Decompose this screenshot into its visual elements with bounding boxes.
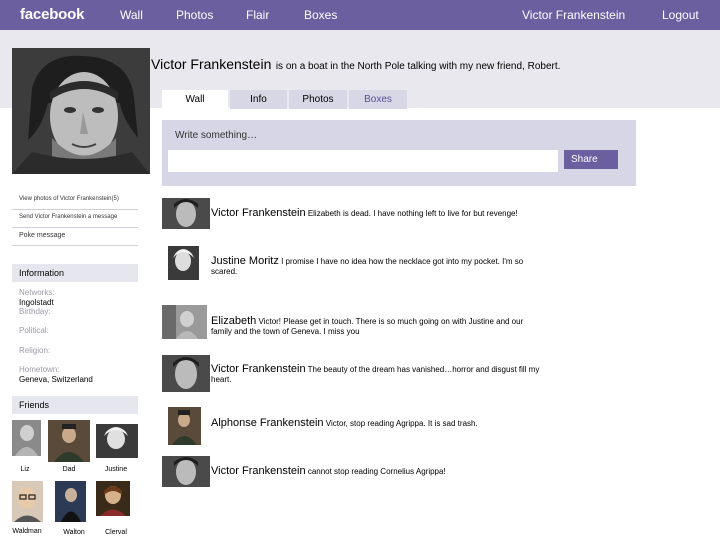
post-avatar-justine[interactable] (168, 246, 199, 280)
friends-heading: Friends (12, 396, 138, 414)
sidebar-divider (12, 245, 138, 246)
friend-name-waldman[interactable]: Waldman (10, 528, 44, 535)
wall-post: Victor Frankenstein cannot stop reading … (211, 466, 541, 477)
political-label: Political: (19, 326, 49, 335)
tab-boxes[interactable]: Boxes (349, 90, 407, 109)
post-body: Elizabeth is dead. I have nothing left t… (307, 209, 518, 218)
sidebar-divider (12, 209, 138, 210)
friend-name-dad[interactable]: Dad (48, 466, 90, 473)
nav-photos-link[interactable]: Photos (176, 8, 213, 22)
post-author[interactable]: Elizabeth (211, 315, 256, 327)
post-author[interactable]: Victor Frankenstein (211, 363, 306, 375)
tab-info[interactable]: Info (230, 90, 287, 109)
nav-flair-link[interactable]: Flair (246, 8, 269, 22)
friend-photo-waldman[interactable] (12, 481, 43, 522)
networks-value[interactable]: Ingolstadt (19, 298, 54, 307)
post-avatar-alphonse[interactable] (168, 407, 201, 445)
religion-label: Religion: (19, 346, 51, 355)
friend-name-liz[interactable]: Liz (12, 466, 38, 473)
profile-headline: Victor Frankenstein is on a boat in the … (151, 56, 711, 74)
tab-photos[interactable]: Photos (289, 90, 347, 109)
post-author[interactable]: Justine Moritz (211, 255, 279, 267)
post-author[interactable]: Alphonse Frankenstein (211, 417, 324, 429)
nav-wall-link[interactable]: Wall (120, 8, 143, 22)
composer-label: Write something… (175, 130, 258, 141)
wall-post: Elizabeth Victor! Please get in touch. T… (211, 316, 541, 337)
post-author[interactable]: Victor Frankenstein (211, 207, 306, 219)
post-body: Victor! Please get in touch. There is so… (211, 317, 524, 336)
friend-name-justine[interactable]: Justine (96, 466, 136, 473)
view-photos-link[interactable]: View photos of Victor Frankenstein(5) (12, 196, 138, 202)
wall-post: Justine Moritz I promise I have no idea … (211, 256, 541, 277)
send-message-link[interactable]: Send Victor Frankenstein a message (12, 214, 138, 220)
networks-label: Networks: (19, 288, 55, 297)
post-avatar-victor[interactable] (162, 355, 210, 392)
information-heading: Information (12, 264, 138, 282)
post-avatar-victor[interactable] (162, 198, 210, 229)
post-body: cannot stop reading Cornelius Agrippa! (307, 467, 446, 476)
profile-status: is on a boat in the North Pole talking w… (275, 61, 561, 72)
hometown-value[interactable]: Geneva, Switzerland (19, 375, 93, 384)
friend-photo-liz[interactable] (12, 420, 41, 456)
share-button[interactable]: Share (564, 150, 618, 169)
post-body: Victor, stop reading Agrippa. It is sad … (325, 419, 478, 428)
friend-photo-clerval[interactable] (96, 481, 130, 516)
wall-post: Victor Frankenstein Elizabeth is dead. I… (211, 208, 541, 219)
nav-user-link[interactable]: Victor Frankenstein (522, 8, 625, 22)
logout-link[interactable]: Logout (662, 8, 699, 22)
friend-photo-walton[interactable] (55, 481, 86, 522)
friend-name-clerval[interactable]: Clerval (98, 529, 134, 536)
wall-post: Alphonse Frankenstein Victor, stop readi… (211, 418, 541, 429)
composer-input[interactable] (168, 150, 558, 172)
friend-photo-dad[interactable] (48, 420, 90, 462)
facebook-logo[interactable]: facebook (20, 6, 84, 23)
tab-wall[interactable]: Wall (162, 90, 228, 109)
profile-picture[interactable] (12, 48, 150, 174)
nav-boxes-link[interactable]: Boxes (304, 8, 337, 22)
hometown-label: Hometown: (19, 365, 60, 374)
wall-post: Victor Frankenstein The beauty of the dr… (211, 364, 541, 385)
sidebar-divider (12, 227, 138, 228)
profile-name[interactable]: Victor Frankenstein (151, 56, 271, 72)
post-author[interactable]: Victor Frankenstein (211, 465, 306, 477)
post-avatar-victor[interactable] (162, 456, 210, 487)
poke-link[interactable]: Poke message (12, 232, 138, 239)
friend-name-walton[interactable]: Walton (57, 529, 91, 536)
post-avatar-elizabeth[interactable] (162, 305, 207, 339)
portrait-image (12, 48, 150, 174)
birthday-label: Birthday: (19, 307, 51, 316)
wall-composer: Write something… Share (162, 120, 636, 186)
top-nav-bar: facebook Wall Photos Flair Boxes Victor … (0, 0, 720, 30)
friend-photo-justine[interactable] (96, 424, 138, 458)
